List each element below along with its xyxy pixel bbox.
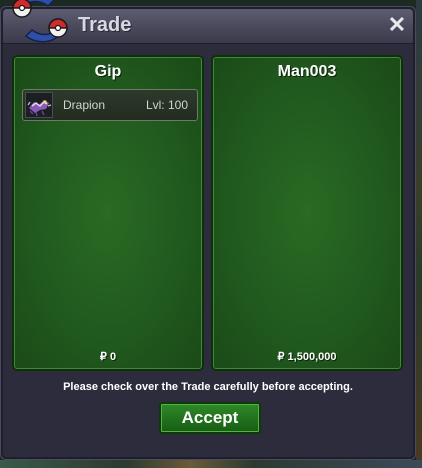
background-scene-bottom [0, 460, 422, 468]
partner-player-name: Man003 [277, 63, 337, 80]
item-name: Drapion [63, 98, 106, 112]
trade-item-slot[interactable]: Drapion Lvl: 100 [22, 89, 198, 121]
trade-notice: Please check over the Trade carefully be… [63, 381, 353, 393]
own-offer-panel: Gip Drapion Lvl: 100 ₽ 0 [12, 55, 204, 371]
partner-money-offer: ₽ 1,500,000 [277, 351, 337, 363]
partner-offer-panel: Man003 ₽ 1,500,000 [211, 55, 403, 371]
background-scene-edge [416, 0, 422, 468]
item-level: Lvl: 100 [145, 98, 188, 112]
drapion-sprite-icon [25, 92, 53, 118]
own-player-name: Gip [94, 63, 122, 80]
trade-window: Trade ✕ Gip Drapion Lvl: 100 ₽ 0 Man003 … [0, 6, 416, 460]
close-button[interactable]: ✕ [387, 12, 407, 37]
window-title: Trade [78, 14, 132, 36]
accept-button[interactable]: Accept [159, 402, 261, 434]
pokeball-logo-icon [10, 0, 72, 44]
own-money-offer: ₽ 0 [99, 351, 117, 363]
close-icon: ✕ [387, 12, 407, 37]
